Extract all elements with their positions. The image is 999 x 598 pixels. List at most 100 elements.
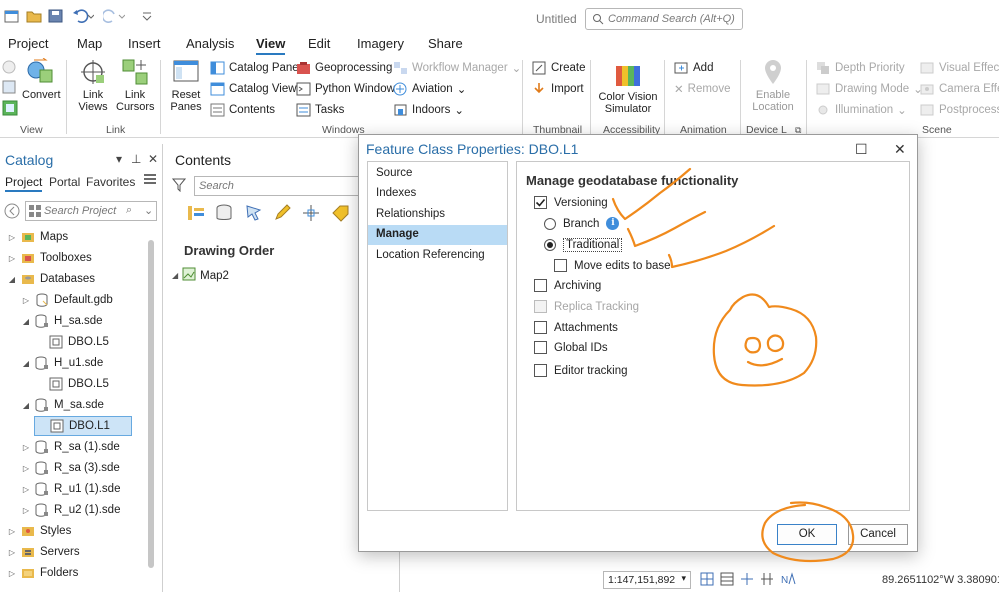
catalog-tree-item[interactable]: ▷ R_u1 (1).sde [22, 479, 120, 499]
close-icon[interactable]: ✕ [148, 152, 158, 166]
catalog-tree-item[interactable]: ▷ Default.gdb [22, 290, 113, 310]
attachments-checkbox[interactable]: Attachments [534, 321, 618, 334]
color-vision-simulator-button[interactable]: Color Vision Simulator [596, 60, 660, 115]
indoors-button[interactable]: Indoors ⌄ [393, 103, 464, 117]
expand-triangle-icon[interactable]: ▷ [8, 548, 16, 557]
options-menu-icon[interactable]: ▾ [116, 152, 122, 166]
visual-effects-button[interactable]: Visual Effect [920, 61, 999, 75]
catalog-tree-item[interactable]: DBO.L5 [36, 332, 109, 352]
tab-analysis[interactable]: Analysis [186, 36, 234, 51]
scrollbar-thumb[interactable] [148, 240, 154, 568]
catalog-scrollbar[interactable] [147, 234, 155, 584]
traditional-radio[interactable]: Traditional [544, 238, 623, 252]
create-thumbnail-button[interactable]: Create [532, 61, 586, 75]
camera-effects-button[interactable]: Camera Effec [920, 82, 999, 96]
expand-triangle-icon[interactable]: ◢ [172, 271, 178, 280]
command-search-input[interactable]: Command Search (Alt+Q) [585, 8, 743, 30]
reset-panes-button[interactable]: Reset Panes [166, 58, 206, 113]
add-animation-button[interactable]: Add [674, 61, 713, 75]
expand-triangle-icon[interactable]: ▷ [22, 506, 30, 515]
catalog-tree-item[interactable]: DBO.L5 [36, 374, 109, 394]
editor-tracking-checkbox[interactable]: Editor tracking [534, 364, 628, 377]
catalog-tree-item[interactable]: ▷ R_sa (1).sde [22, 437, 120, 457]
info-icon[interactable]: i [606, 217, 620, 230]
link-views-button[interactable]: Link Views [74, 58, 112, 113]
catalog-view-button[interactable]: Catalog View [210, 82, 297, 96]
redo-icon[interactable] [101, 9, 126, 23]
navigator-icon[interactable] [2, 60, 16, 77]
filter-icon[interactable] [171, 178, 187, 195]
branch-radio[interactable]: Branch i [544, 217, 620, 230]
checkbox-box[interactable] [534, 279, 547, 292]
expand-triangle-icon[interactable]: ▷ [8, 527, 16, 536]
depth-priority-button[interactable]: Depth Priority [816, 61, 905, 75]
catalog-tree-item[interactable]: ◢ Databases [8, 269, 95, 289]
cancel-button[interactable]: Cancel [848, 524, 908, 545]
convert-button[interactable]: Convert [22, 57, 61, 101]
expand-triangle-icon[interactable]: ▷ [22, 485, 30, 494]
checkbox-box[interactable] [534, 341, 547, 354]
catalog-tree-item[interactable]: ◢ H_u1.sde [22, 353, 103, 373]
map-pane-icon[interactable] [2, 80, 16, 97]
radio-button[interactable] [544, 217, 556, 230]
data-source-icon[interactable] [215, 204, 234, 222]
nav-manage[interactable]: Manage [368, 225, 507, 245]
snapping-icon[interactable] [302, 204, 321, 222]
ok-button[interactable]: OK [777, 524, 837, 545]
tab-project[interactable]: Project [8, 36, 48, 51]
labeling-icon[interactable] [331, 204, 350, 222]
radio-button-selected[interactable] [544, 239, 556, 251]
tab-insert[interactable]: Insert [128, 36, 161, 51]
tab-imagery[interactable]: Imagery [357, 36, 404, 51]
selection-icon[interactable] [244, 204, 263, 222]
workflow-manager-button[interactable]: Workflow Manager ⌄ [393, 61, 521, 75]
expand-triangle-icon[interactable]: ▷ [8, 233, 16, 242]
remove-animation-button[interactable]: ✕ Remove [674, 82, 730, 96]
grid-toggle-icon[interactable] [700, 572, 714, 589]
catalog-tree-item[interactable]: ▷ Maps [8, 227, 68, 247]
new-project-icon[interactable] [4, 9, 20, 23]
table-icon[interactable] [720, 572, 734, 589]
expand-triangle-icon[interactable]: ▷ [22, 464, 30, 473]
nav-location-referencing[interactable]: Location Referencing [368, 246, 507, 266]
tab-edit[interactable]: Edit [308, 36, 330, 51]
illumination-button[interactable]: Illumination ⌄ [816, 103, 907, 117]
catalog-tree-item[interactable]: ◢ H_sa.sde [22, 311, 103, 331]
global-ids-checkbox[interactable]: Global IDs [534, 341, 608, 354]
tab-catalog-portal[interactable]: Portal [49, 175, 80, 189]
pin-icon[interactable]: ⊥ [131, 152, 141, 166]
collapse-triangle-icon[interactable]: ◢ [8, 275, 16, 284]
link-cursors-button[interactable]: Link Cursors [116, 58, 155, 113]
expand-triangle-icon[interactable]: ▷ [8, 254, 16, 263]
close-icon[interactable]: ✕ [894, 141, 906, 158]
back-arrow-icon[interactable] [4, 203, 20, 222]
open-folder-icon[interactable] [26, 9, 42, 23]
catalog-tree-item[interactable]: ▷ Servers [8, 542, 80, 562]
archiving-checkbox[interactable]: Archiving [534, 279, 601, 292]
import-thumbnail-button[interactable]: Import [532, 82, 584, 96]
layout-icon[interactable] [2, 100, 18, 119]
expand-triangle-icon[interactable]: ▷ [22, 443, 30, 452]
geoprocessing-button[interactable]: Geoprocessing [296, 61, 392, 75]
snapping-toggle-icon[interactable] [740, 572, 754, 589]
postprocessing-button[interactable]: Postprocessin [920, 103, 999, 117]
catalog-tree-item[interactable]: ▷ R_u2 (1).sde [22, 500, 120, 520]
customize-icon[interactable] [140, 9, 156, 23]
hamburger-menu-icon[interactable] [143, 173, 157, 188]
drawing-order-icon[interactable] [186, 204, 205, 222]
checkbox-box[interactable] [534, 364, 547, 377]
editing-icon[interactable] [273, 204, 292, 222]
search-icon[interactable]: ⌕ [126, 204, 132, 217]
undo-icon[interactable] [72, 9, 95, 23]
tasks-button[interactable]: Tasks [296, 103, 344, 117]
catalog-tree-item[interactable]: ▷ Styles [8, 521, 71, 541]
catalog-search-input[interactable]: Search Project ⌕ ⌄ [25, 201, 157, 221]
python-window-button[interactable]: Python Window [296, 82, 395, 96]
enable-location-button[interactable]: Enable Location [744, 58, 802, 113]
nav-indexes[interactable]: Indexes [368, 184, 507, 204]
nav-source[interactable]: Source [368, 164, 507, 184]
checkbox-box[interactable] [554, 259, 567, 272]
drawing-mode-button[interactable]: Drawing Mode ⌄ [816, 82, 923, 96]
catalog-tree-item[interactable]: DBO.L1 [34, 416, 132, 436]
move-edits-to-base-checkbox[interactable]: Move edits to base [554, 259, 671, 272]
